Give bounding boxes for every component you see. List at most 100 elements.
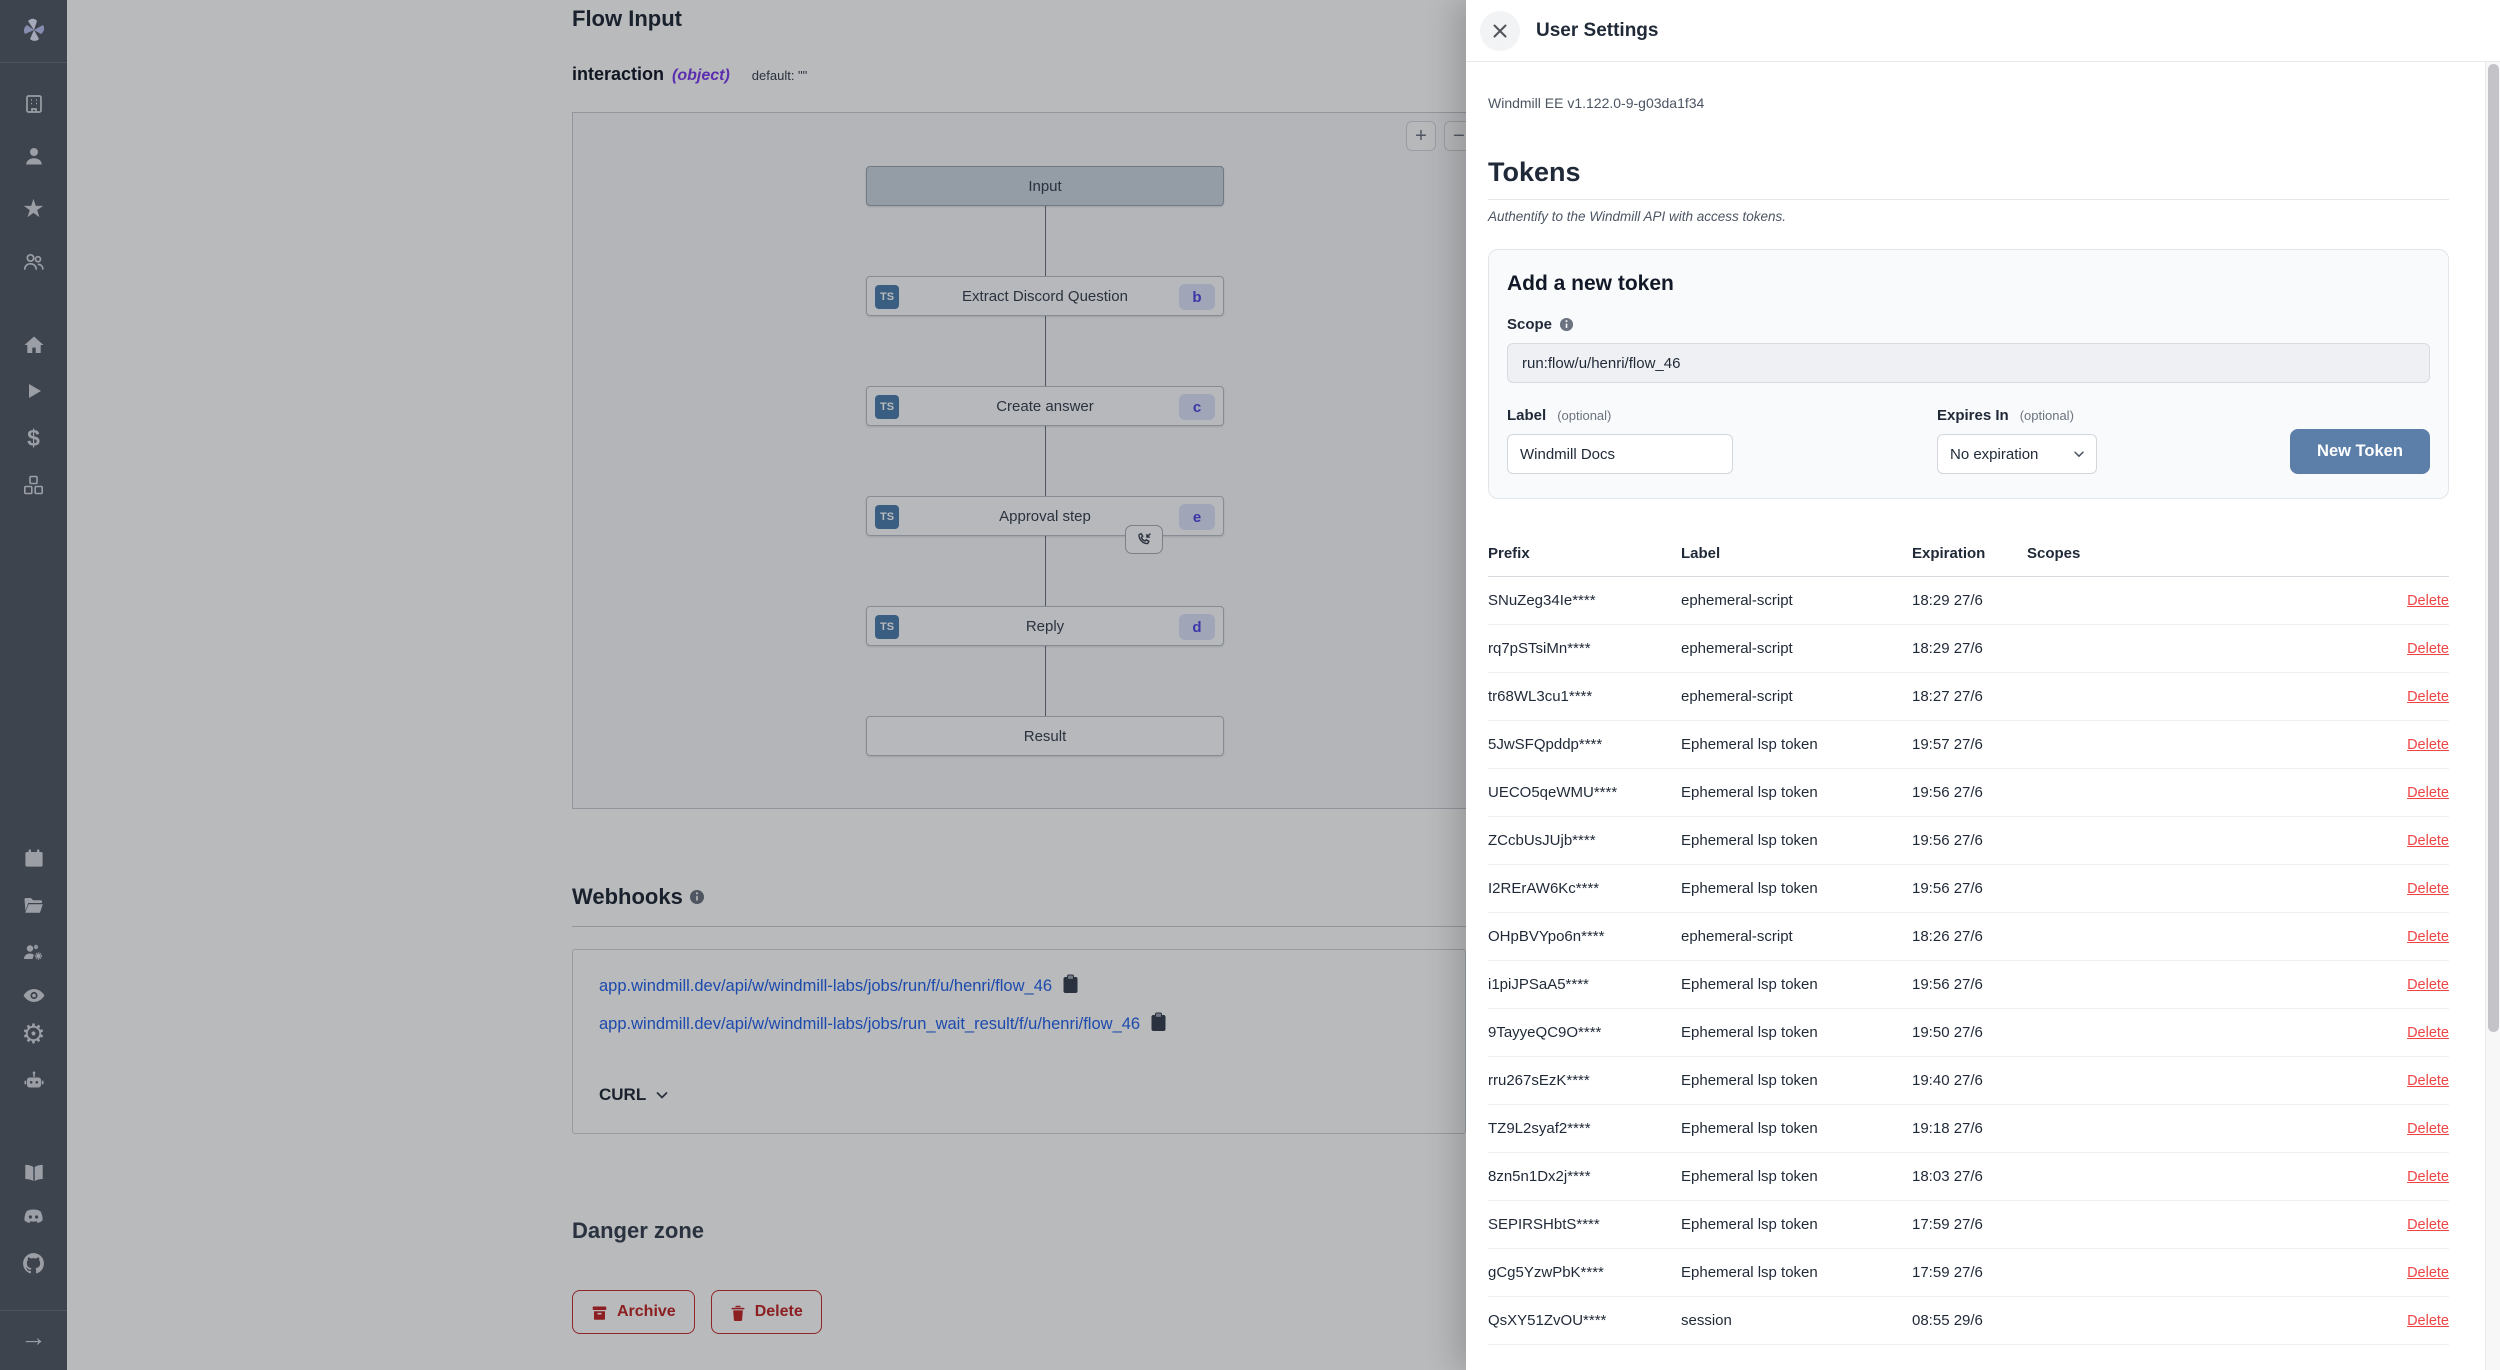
token-scopes: [2027, 961, 2359, 1009]
token-label: Ephemeral lsp token: [1681, 961, 1912, 1009]
delete-token-link[interactable]: Delete: [2359, 1073, 2449, 1089]
delete-token-link[interactable]: Delete: [2359, 881, 2449, 897]
token-prefix: rru267sEzK****: [1488, 1057, 1681, 1105]
add-token-card: Add a new token Scope Label (optional): [1488, 249, 2449, 499]
scrollbar-thumb[interactable]: [2488, 64, 2499, 1032]
version-text: Windmill EE v1.122.0-9-g03da1f34: [1488, 95, 2449, 111]
token-prefix: UECO5qeWMU****: [1488, 769, 1681, 817]
token-label: Ephemeral lsp token: [1681, 1105, 1912, 1153]
delete-token-link[interactable]: Delete: [2359, 1313, 2449, 1329]
delete-token-link[interactable]: Delete: [2359, 1121, 2449, 1137]
token-scopes: [2027, 769, 2359, 817]
token-scopes: [2027, 1297, 2359, 1345]
token-label: ephemeral-script: [1681, 625, 1912, 673]
scope-label: Scope: [1507, 316, 2430, 333]
token-expiration: 19:40 27/6: [1912, 1057, 2027, 1105]
token-row: OHpBVYpo6n**** ephemeral-script 18:26 27…: [1488, 913, 2449, 961]
token-row: 9TayyeQC9O**** Ephemeral lsp token 19:50…: [1488, 1009, 2449, 1057]
token-expiration: 18:29 27/6: [1912, 625, 2027, 673]
info-icon: [1559, 317, 1574, 332]
scope-input[interactable]: [1507, 343, 2430, 383]
token-scopes: [2027, 865, 2359, 913]
token-expiration: 19:18 27/6: [1912, 1105, 2027, 1153]
expires-select[interactable]: No expiration: [1937, 434, 2097, 474]
delete-token-link[interactable]: Delete: [2359, 1217, 2449, 1233]
token-prefix: I2RErAW6Kc****: [1488, 865, 1681, 913]
token-label: ephemeral-script: [1681, 913, 1912, 961]
token-expiration: 18:27 27/6: [1912, 673, 2027, 721]
token-prefix: OHpBVYpo6n****: [1488, 913, 1681, 961]
token-row: i1piJPSaA5**** Ephemeral lsp token 19:56…: [1488, 961, 2449, 1009]
tokens-title: Tokens: [1488, 157, 2449, 200]
delete-token-link[interactable]: Delete: [2359, 1025, 2449, 1041]
token-label: Ephemeral lsp token: [1681, 865, 1912, 913]
token-expiration: 18:26 27/6: [1912, 913, 2027, 961]
token-label-input[interactable]: [1507, 434, 1733, 474]
close-icon: [1491, 22, 1509, 40]
token-label: Ephemeral lsp token: [1681, 1057, 1912, 1105]
delete-token-link[interactable]: Delete: [2359, 833, 2449, 849]
token-label: Ephemeral lsp token: [1681, 769, 1912, 817]
token-prefix: 5JwSFQpddp****: [1488, 721, 1681, 769]
delete-token-link[interactable]: Delete: [2359, 785, 2449, 801]
delete-token-link[interactable]: Delete: [2359, 977, 2449, 993]
close-button[interactable]: [1480, 11, 1520, 51]
token-row: 8zn5n1Dx2j**** Ephemeral lsp token 18:03…: [1488, 1153, 2449, 1201]
column-header-expiration: Expiration: [1912, 545, 2027, 577]
token-scopes: [2027, 1057, 2359, 1105]
token-expiration: 19:56 27/6: [1912, 865, 2027, 913]
token-prefix: 8zn5n1Dx2j****: [1488, 1153, 1681, 1201]
new-token-button[interactable]: New Token: [2290, 429, 2430, 474]
token-prefix: 9TayyeQC9O****: [1488, 1009, 1681, 1057]
token-scopes: [2027, 577, 2359, 625]
token-prefix: ZCcbUsJUjb****: [1488, 817, 1681, 865]
delete-token-link[interactable]: Delete: [2359, 929, 2449, 945]
token-row: tr68WL3cu1**** ephemeral-script 18:27 27…: [1488, 673, 2449, 721]
token-scopes: [2027, 1009, 2359, 1057]
delete-token-link[interactable]: Delete: [2359, 593, 2449, 609]
delete-token-link[interactable]: Delete: [2359, 737, 2449, 753]
token-expiration: 19:56 27/6: [1912, 769, 2027, 817]
drawer-title: User Settings: [1536, 20, 1658, 42]
add-token-title: Add a new token: [1507, 272, 2430, 296]
token-expiration: 17:59 27/6: [1912, 1201, 2027, 1249]
chevron-down-icon: [2072, 447, 2086, 461]
token-label: Ephemeral lsp token: [1681, 1249, 1912, 1297]
token-row: rq7pSTsiMn**** ephemeral-script 18:29 27…: [1488, 625, 2449, 673]
token-scopes: [2027, 1249, 2359, 1297]
token-expiration: 18:29 27/6: [1912, 577, 2027, 625]
delete-token-link[interactable]: Delete: [2359, 1169, 2449, 1185]
token-scopes: [2027, 1153, 2359, 1201]
token-expiration: 17:59 27/6: [1912, 1249, 2027, 1297]
token-label: session: [1681, 1297, 1912, 1345]
token-label: Ephemeral lsp token: [1681, 721, 1912, 769]
token-expiration: 19:50 27/6: [1912, 1009, 2027, 1057]
token-row: SNuZeg34Ie**** ephemeral-script 18:29 27…: [1488, 577, 2449, 625]
token-scopes: [2027, 1105, 2359, 1153]
token-expiration: 19:56 27/6: [1912, 961, 2027, 1009]
token-row: 5JwSFQpddp**** Ephemeral lsp token 19:57…: [1488, 721, 2449, 769]
token-row: rru267sEzK**** Ephemeral lsp token 19:40…: [1488, 1057, 2449, 1105]
tokens-subtitle: Authentify to the Windmill API with acce…: [1488, 209, 2449, 224]
delete-token-link[interactable]: Delete: [2359, 689, 2449, 705]
drawer-scrollbar[interactable]: [2485, 62, 2500, 1370]
token-row: QsXY51ZvOU**** session 08:55 29/6 Delete: [1488, 1297, 2449, 1345]
token-label: Ephemeral lsp token: [1681, 1201, 1912, 1249]
token-row: SEPIRSHbtS**** Ephemeral lsp token 17:59…: [1488, 1201, 2449, 1249]
user-settings-drawer: User Settings Windmill EE v1.122.0-9-g03…: [1466, 0, 2500, 1370]
tokens-table: Prefix Label Expiration Scopes SNuZeg34I…: [1488, 545, 2449, 1345]
delete-token-link[interactable]: Delete: [2359, 641, 2449, 657]
token-prefix: i1piJPSaA5****: [1488, 961, 1681, 1009]
token-label: Ephemeral lsp token: [1681, 817, 1912, 865]
label-field-label: Label (optional): [1507, 407, 1733, 424]
token-label: Ephemeral lsp token: [1681, 1153, 1912, 1201]
delete-token-link[interactable]: Delete: [2359, 1265, 2449, 1281]
token-scopes: [2027, 1201, 2359, 1249]
token-prefix: TZ9L2syaf2****: [1488, 1105, 1681, 1153]
token-prefix: rq7pSTsiMn****: [1488, 625, 1681, 673]
token-label: ephemeral-script: [1681, 577, 1912, 625]
token-label: Ephemeral lsp token: [1681, 1009, 1912, 1057]
token-row: TZ9L2syaf2**** Ephemeral lsp token 19:18…: [1488, 1105, 2449, 1153]
drawer-body: Windmill EE v1.122.0-9-g03da1f34 Tokens …: [1466, 62, 2485, 1370]
token-expiration: 18:03 27/6: [1912, 1153, 2027, 1201]
